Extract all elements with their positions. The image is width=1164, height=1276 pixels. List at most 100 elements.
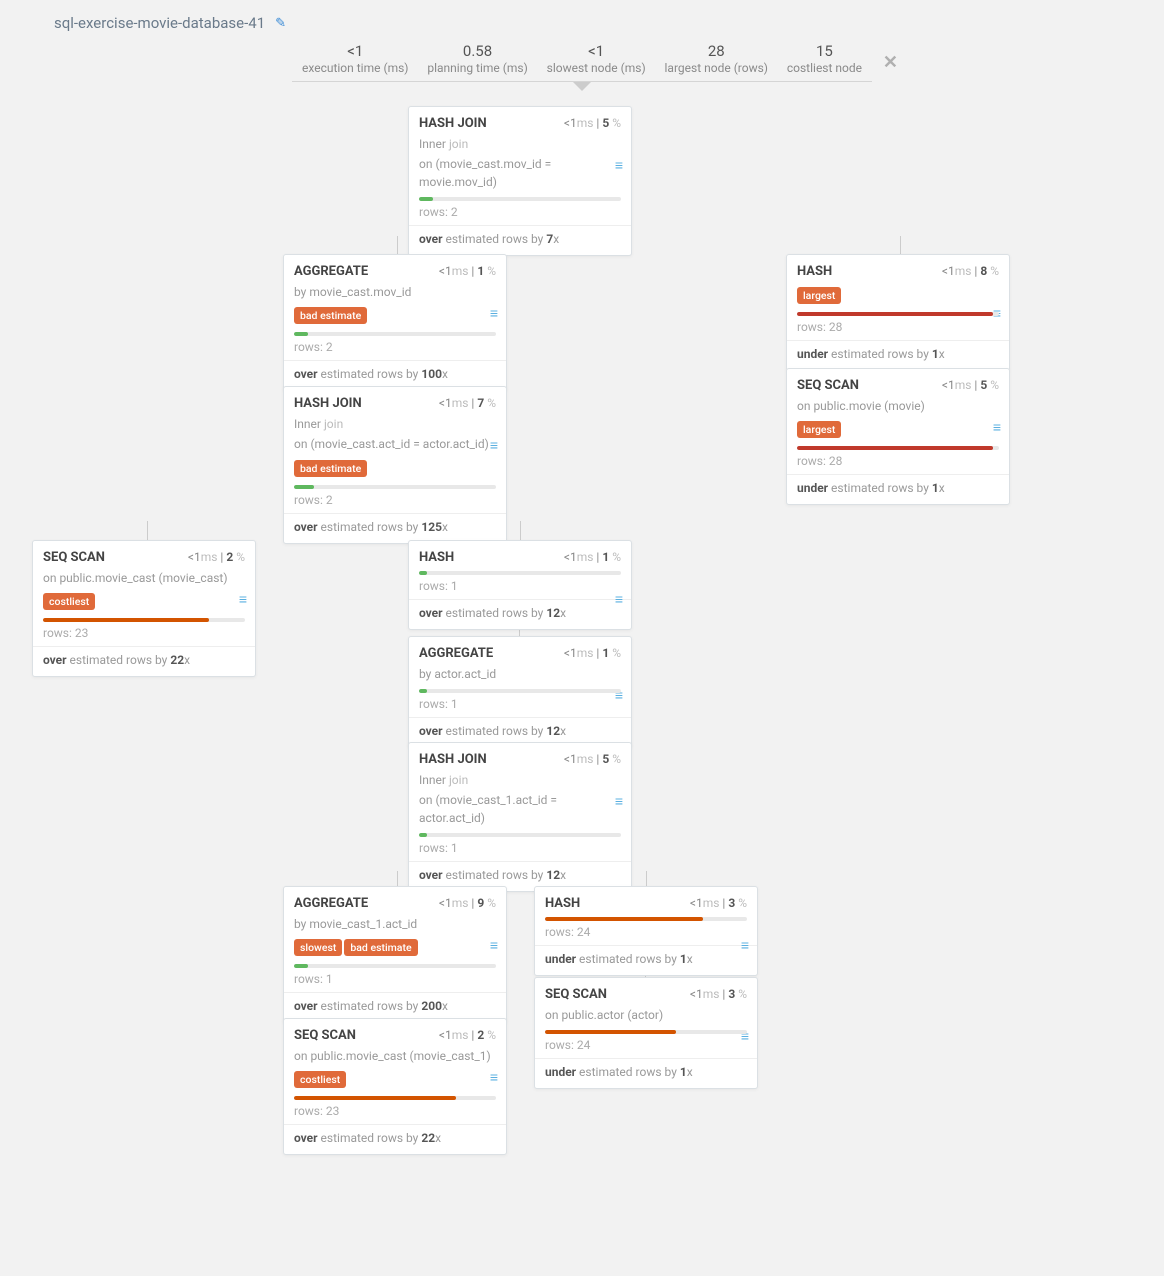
- node-tag: bad estimate: [294, 307, 367, 324]
- node-estimate: over estimated rows by 100x: [294, 367, 496, 381]
- node-tag: costliest: [43, 593, 95, 610]
- plan-node[interactable]: HASH JOIN <1ms | 5 % Inner join on (movie_c…: [408, 106, 632, 256]
- plan-node[interactable]: HASH<1ms | 8 %≡largestrows: 28under esti…: [786, 254, 1010, 371]
- node-detail: Inner join: [419, 772, 621, 789]
- database-icon: ≡: [615, 591, 623, 608]
- node-bar: [797, 312, 999, 316]
- plan-node[interactable]: AGGREGATE<1ms | 1 %by actor.act_id≡rows:…: [408, 636, 632, 748]
- node-estimate: over estimated rows by 22x: [43, 653, 245, 667]
- exec-time: <1: [302, 42, 408, 60]
- node-detail: Inner join: [294, 416, 496, 433]
- node-metrics: <1ms | 5 %: [942, 378, 999, 392]
- node-metrics: <1ms | 1 %: [564, 646, 621, 660]
- node-title: AGGREGATE: [419, 646, 493, 661]
- node-bar: [797, 446, 999, 450]
- slowest-node: <1: [547, 42, 646, 60]
- node-rows: rows: 2: [294, 340, 496, 354]
- plan-tree: HASH JOIN <1ms | 5 % Inner join on (movie_c…: [0, 91, 1164, 1251]
- node-title: HASH JOIN: [419, 116, 487, 131]
- node-metrics: <1ms | 3 %: [690, 896, 747, 910]
- plan-node[interactable]: SEQ SCAN<1ms | 2 %on public.movie_cast (…: [32, 540, 256, 677]
- node-detail: Inner join: [419, 136, 621, 153]
- plan-node[interactable]: HASH<1ms | 1 %≡rows: 1over estimated row…: [408, 540, 632, 630]
- node-bar: [419, 689, 621, 693]
- node-estimate: over estimated rows by 125x: [294, 520, 496, 534]
- page-title: sql-exercise-movie-database-41: [54, 14, 265, 32]
- plan-node[interactable]: SEQ SCAN<1ms | 2 %on public.movie_cast (…: [283, 1018, 507, 1155]
- node-bar: [419, 571, 621, 575]
- node-title: SEQ SCAN: [545, 987, 607, 1002]
- node-rows: rows: 24: [545, 1038, 747, 1052]
- node-metrics: <1ms | 8 %: [942, 264, 999, 278]
- node-detail: on (movie_cast_1.act_id = actor.act_id): [419, 792, 621, 827]
- database-icon: ≡: [993, 419, 1001, 436]
- database-icon: ≡: [239, 591, 247, 608]
- node-title: HASH JOIN: [419, 752, 487, 767]
- node-metrics: <1ms | 5 %: [564, 116, 621, 130]
- node-rows: rows: 28: [797, 454, 999, 468]
- database-icon: ≡: [490, 1069, 498, 1086]
- node-tag: largest: [797, 421, 841, 438]
- database-icon: ≡: [615, 157, 623, 174]
- arrow-down-icon: [572, 81, 592, 91]
- node-metrics: <1ms | 3 %: [690, 987, 747, 1001]
- node-bar: [419, 197, 621, 201]
- node-detail: by actor.act_id: [419, 666, 621, 683]
- node-bar: [294, 964, 496, 968]
- node-bar: [43, 618, 245, 622]
- plan-node[interactable]: HASH JOIN <1ms | 5 % Inner join on (movie_c…: [408, 742, 632, 892]
- node-rows: rows: 1: [419, 579, 621, 593]
- node-detail: on public.movie (movie): [797, 398, 999, 415]
- node-title: SEQ SCAN: [797, 378, 859, 393]
- node-detail: by movie_cast_1.act_id: [294, 916, 496, 933]
- node-metrics: <1ms | 9 %: [439, 896, 496, 910]
- node-bar: [545, 917, 747, 921]
- node-title: HASH: [545, 896, 580, 911]
- node-rows: rows: 24: [545, 925, 747, 939]
- plan-node[interactable]: HASH JOIN <1ms | 7 % Inner join on (movie_c…: [283, 386, 507, 544]
- database-icon: ≡: [615, 793, 623, 810]
- node-rows: rows: 23: [294, 1104, 496, 1118]
- database-icon: ≡: [490, 437, 498, 454]
- node-tag: costliest: [294, 1071, 346, 1088]
- node-detail: on (movie_cast.act_id = actor.act_id): [294, 436, 496, 453]
- node-bar: [294, 485, 496, 489]
- close-icon[interactable]: ✕: [883, 52, 898, 73]
- database-icon: ≡: [490, 937, 498, 954]
- node-rows: rows: 23: [43, 626, 245, 640]
- node-metrics: <1ms | 7 %: [439, 396, 496, 410]
- node-title: HASH: [797, 264, 832, 279]
- plan-node[interactable]: AGGREGATE<1ms | 1 %by movie_cast.mov_id≡…: [283, 254, 507, 391]
- node-estimate: over estimated rows by 200x: [294, 999, 496, 1013]
- stats-bar: <1execution time (ms) 0.58planning time …: [292, 42, 872, 82]
- node-title: SEQ SCAN: [294, 1028, 356, 1043]
- database-icon: ≡: [741, 937, 749, 954]
- node-estimate: under estimated rows by 1x: [797, 347, 999, 361]
- node-rows: rows: 2: [419, 205, 621, 219]
- node-metrics: <1ms | 1 %: [564, 550, 621, 564]
- node-estimate: under estimated rows by 1x: [545, 1065, 747, 1079]
- database-icon: ≡: [490, 305, 498, 322]
- plan-node[interactable]: SEQ SCAN <1ms | 5 % on public.movie (movie…: [786, 368, 1010, 505]
- node-detail: on (movie_cast.mov_id = movie.mov_id): [419, 156, 621, 191]
- node-rows: rows: 1: [294, 972, 496, 986]
- plan-node[interactable]: SEQ SCAN <1ms | 3 % on public.actor (actor…: [534, 977, 758, 1089]
- node-estimate: under estimated rows by 1x: [797, 481, 999, 495]
- node-detail: on public.movie_cast (movie_cast): [43, 570, 245, 587]
- node-rows: rows: 1: [419, 697, 621, 711]
- plan-node[interactable]: HASH <1ms | 3 % ≡rows: 24 under estimated r…: [534, 886, 758, 976]
- edit-icon[interactable]: ✎: [275, 16, 286, 31]
- node-title: AGGREGATE: [294, 896, 368, 911]
- node-estimate: under estimated rows by 1x: [545, 952, 747, 966]
- node-detail: by movie_cast.mov_id: [294, 284, 496, 301]
- node-detail: on public.actor (actor): [545, 1007, 747, 1024]
- node-bar: [294, 1096, 496, 1100]
- node-estimate: over estimated rows by 7x: [419, 232, 621, 246]
- costliest-node: 15: [787, 42, 862, 60]
- node-title: HASH: [419, 550, 454, 565]
- node-title: HASH JOIN: [294, 396, 362, 411]
- node-tag: largest: [797, 287, 841, 304]
- node-tag: slowest: [294, 939, 342, 956]
- node-metrics: <1ms | 5 %: [564, 752, 621, 766]
- plan-node[interactable]: AGGREGATE <1ms | 9 % by movie_cast_1.act_i…: [283, 886, 507, 1023]
